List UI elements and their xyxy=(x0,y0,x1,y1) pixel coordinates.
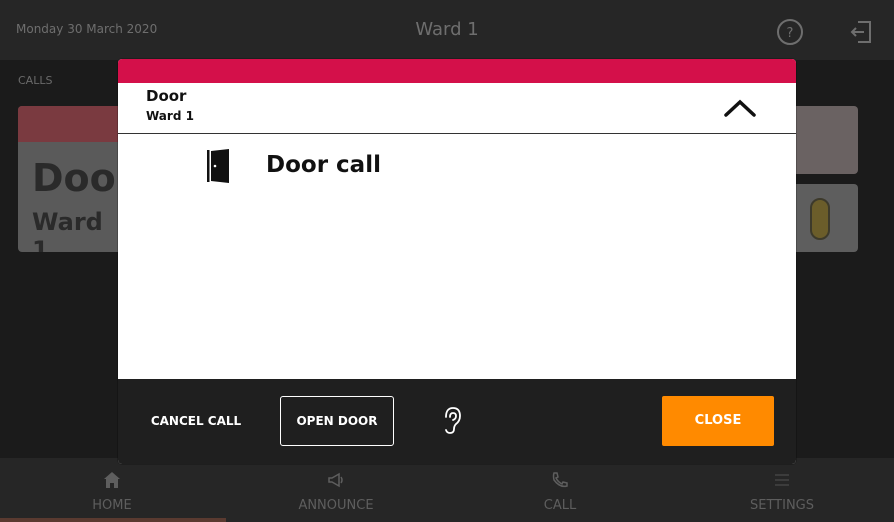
ear-icon[interactable] xyxy=(440,405,464,435)
question-circle-icon[interactable]: ? xyxy=(776,18,804,46)
nav-active-indicator xyxy=(0,518,226,522)
phone-icon xyxy=(550,470,570,490)
dialog-accent-bar xyxy=(118,59,796,83)
nav-announce[interactable]: ANNOUNCE xyxy=(224,458,448,522)
call-card[interactable]: Door Ward 1 xyxy=(18,106,126,252)
side-card-top xyxy=(790,106,858,174)
status-pill xyxy=(810,198,830,240)
nav-home-label: HOME xyxy=(92,498,132,513)
call-type-label: Door call xyxy=(266,152,381,178)
logout-icon[interactable] xyxy=(848,18,876,46)
nav-announce-label: ANNOUNCE xyxy=(298,498,374,513)
dialog-body: Door call xyxy=(118,134,796,378)
chevron-up-icon[interactable] xyxy=(720,93,760,123)
dialog-header: Door Ward 1 xyxy=(118,83,796,134)
dialog-subtitle: Ward 1 xyxy=(146,109,194,123)
bottom-nav: HOME ANNOUNCE CALL SETTINGS xyxy=(0,458,894,522)
nav-home[interactable]: HOME xyxy=(0,458,224,522)
nav-settings[interactable]: SETTINGS xyxy=(670,458,894,522)
nav-call-label: CALL xyxy=(543,498,577,513)
calls-section-label: CALLS xyxy=(18,74,53,87)
call-card-sub: Ward 1 xyxy=(32,208,103,252)
dialog-title: Door xyxy=(146,87,187,105)
svg-text:?: ? xyxy=(787,26,794,41)
menu-icon xyxy=(772,470,792,490)
page-title: Ward 1 xyxy=(415,19,479,40)
call-dialog: Door Ward 1 Door call CANCEL CALL OPEN D… xyxy=(118,59,796,464)
top-bar: Monday 30 March 2020 Ward 1 ? xyxy=(0,0,894,60)
close-button[interactable]: CLOSE xyxy=(662,396,774,446)
open-door-button[interactable]: OPEN DOOR xyxy=(280,396,394,446)
home-icon xyxy=(102,470,122,490)
nav-settings-label: SETTINGS xyxy=(749,498,814,513)
call-card-strip xyxy=(18,106,126,142)
megaphone-icon xyxy=(326,470,346,490)
side-card-bottom xyxy=(790,184,858,252)
nav-call[interactable]: CALL xyxy=(448,458,672,522)
dialog-footer: CANCEL CALL OPEN DOOR CLOSE xyxy=(118,379,796,464)
door-icon xyxy=(206,148,232,184)
call-card-name: Door xyxy=(32,156,126,200)
cancel-call-button[interactable]: CANCEL CALL xyxy=(140,397,252,445)
